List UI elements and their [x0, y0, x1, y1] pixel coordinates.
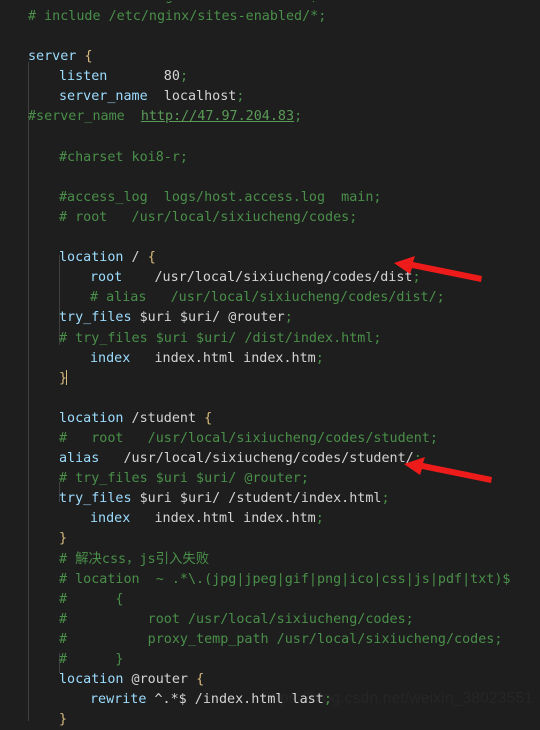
- code-line-blank[interactable]: [0, 228, 540, 248]
- code-line[interactable]: # location ~ .*\.(jpg|jpeg|gif|png|ico|c…: [0, 570, 540, 590]
- code-line[interactable]: # proxy_temp_path /usr/local/sixiucheng/…: [0, 630, 540, 650]
- code-line[interactable]: }: [0, 710, 540, 730]
- code-line[interactable]: # try_files $uri $uri/ @router;: [0, 469, 540, 489]
- code-line[interactable]: # alias /usr/local/sixiucheng/codes/dist…: [0, 288, 540, 308]
- code-line[interactable]: # include /etc/nginx/conf.d/*.conf;: [0, 1, 540, 7]
- code-line[interactable]: # include /etc/nginx/sites-enabled/*;: [0, 7, 540, 27]
- code-line[interactable]: }: [0, 369, 540, 389]
- code-line[interactable]: root /usr/local/sixiucheng/codes/dist;: [0, 268, 540, 288]
- code-line[interactable]: server_name localhost;: [0, 87, 540, 107]
- code-line[interactable]: server {: [0, 47, 540, 67]
- code-line-blank[interactable]: [0, 128, 540, 148]
- code-line[interactable]: location @router {: [0, 670, 540, 690]
- code-line[interactable]: rewrite ^.*$ /index.html last;: [0, 690, 540, 710]
- code-line[interactable]: listen 80;: [0, 67, 540, 87]
- code-line[interactable]: #access_log logs/host.access.log main;: [0, 188, 540, 208]
- code-line[interactable]: alias /usr/local/sixiucheng/codes/studen…: [0, 449, 540, 469]
- code-line[interactable]: # root /usr/local/sixiucheng/codes;: [0, 610, 540, 630]
- code-line[interactable]: location / {: [0, 248, 540, 268]
- code-content[interactable]: # include /etc/nginx/conf.d/*.conf; # in…: [0, 1, 540, 730]
- code-line-blank[interactable]: [0, 389, 540, 409]
- code-line[interactable]: index index.html index.htm;: [0, 349, 540, 369]
- code-line[interactable]: }: [0, 529, 540, 549]
- code-line-blank[interactable]: [0, 27, 540, 47]
- code-line-blank[interactable]: [0, 168, 540, 188]
- code-line[interactable]: #charset koi8-r;: [0, 148, 540, 168]
- code-line[interactable]: # }: [0, 650, 540, 670]
- code-line[interactable]: try_files $uri $uri/ /student/index.html…: [0, 489, 540, 509]
- code-editor-pane[interactable]: https://blog.csdn.net/weixin_38023551 # …: [0, 0, 540, 727]
- code-line[interactable]: # root /usr/local/sixiucheng/codes;: [0, 208, 540, 228]
- code-line[interactable]: # {: [0, 590, 540, 610]
- code-line[interactable]: location /student {: [0, 409, 540, 429]
- code-line[interactable]: index index.html index.htm;: [0, 509, 540, 529]
- code-line[interactable]: # 解决css，js引入失败: [0, 550, 540, 570]
- code-line[interactable]: #server_name http://47.97.204.83;: [0, 107, 540, 127]
- code-line[interactable]: try_files $uri $uri/ @router;: [0, 308, 540, 328]
- code-line[interactable]: # root /usr/local/sixiucheng/codes/stude…: [0, 429, 540, 449]
- code-line[interactable]: # try_files $uri $uri/ /dist/index.html;: [0, 329, 540, 349]
